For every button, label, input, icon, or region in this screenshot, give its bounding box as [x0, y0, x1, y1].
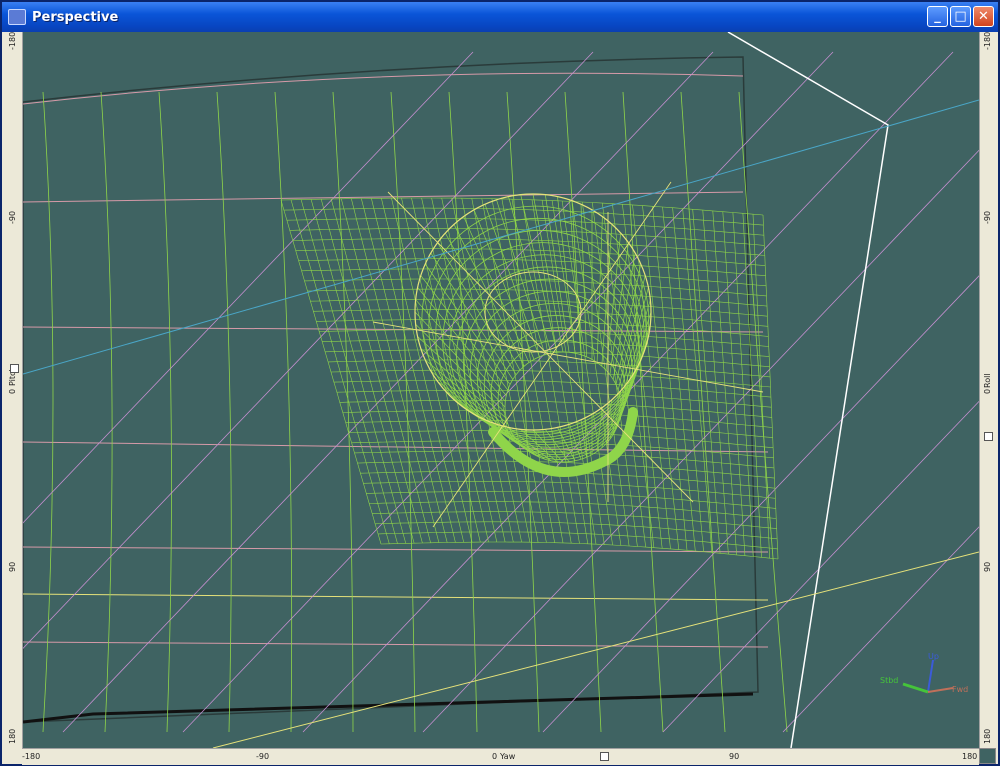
roll-axis-label: Roll — [983, 373, 992, 388]
yaw-ruler[interactable]: -180 -90 0 Yaw 90 180 — [22, 748, 979, 765]
diagonal-line — [62, 51, 714, 733]
roll-tick: 90 — [983, 561, 992, 572]
roll-slider-handle[interactable] — [984, 432, 993, 441]
yaw-tick: -90 — [256, 752, 270, 761]
up-axis-line — [927, 659, 934, 693]
frame-line — [274, 91, 293, 733]
mesh-column — [280, 199, 382, 545]
wireframe-scene[interactable]: Up Stbd Fwd — [23, 32, 979, 748]
mesh-column — [341, 198, 431, 543]
waterline — [23, 441, 769, 453]
crosshair-line — [387, 191, 694, 503]
window-title: Perspective — [32, 9, 119, 25]
yellow-diagonal-line — [212, 551, 979, 748]
cylinder-line — [601, 224, 613, 367]
yaw-tick: 90 — [729, 752, 740, 761]
diagonal-line — [23, 51, 474, 524]
pitch-tick: 0 — [8, 388, 17, 394]
close-button[interactable]: ✕ — [973, 6, 994, 27]
roll-ruler[interactable]: -180 -90 0 90 180 Roll — [979, 32, 996, 748]
mesh-column — [300, 199, 398, 544]
diagonal-line — [782, 526, 979, 733]
frame-line — [216, 91, 232, 733]
cylinder-line — [596, 216, 603, 363]
pitch-tick: -90 — [8, 210, 17, 224]
yaw-tick: 180 — [962, 752, 978, 761]
corner-box — [979, 748, 996, 764]
pitch-tick: 90 — [8, 561, 17, 572]
stbd-label: Stbd — [880, 676, 898, 685]
perspective-window: Perspective _ □ ✕ -180 -90 0 90 180 Pitc… — [0, 0, 1000, 766]
up-label: Up — [928, 652, 939, 661]
waterline — [23, 191, 744, 203]
mesh-column — [330, 198, 423, 544]
pitch-ruler[interactable]: -180 -90 0 90 180 Pitch — [6, 32, 23, 748]
roll-tick: 0 — [983, 388, 992, 394]
cylinder-line — [437, 242, 517, 375]
stbd-axis-line — [902, 682, 929, 694]
app-icon[interactable] — [8, 9, 26, 25]
roll-tick: -180 — [983, 31, 992, 50]
frame-line — [158, 91, 172, 733]
yaw-tick: -180 — [22, 752, 41, 761]
fwd-axis-line — [927, 687, 954, 693]
viewport-frame: -180 -90 0 90 180 Pitch Up Stbd Fwd -180… — [6, 32, 998, 765]
title-bar[interactable]: Perspective _ □ ✕ — [2, 2, 998, 32]
axis-gizmo: Up Stbd Fwd — [880, 652, 968, 694]
pitch-tick: -180 — [8, 31, 17, 50]
frame-line — [42, 91, 54, 733]
pitch-tick: 180 — [8, 728, 17, 744]
maximize-button[interactable]: □ — [950, 6, 971, 27]
roll-tick: -90 — [983, 210, 992, 224]
diagonal-line — [422, 149, 979, 733]
diagonal-line — [662, 400, 979, 733]
fwd-label: Fwd — [952, 685, 968, 694]
frame-line — [100, 91, 113, 733]
yaw-slider-handle[interactable] — [600, 752, 609, 761]
pitch-slider-handle[interactable] — [10, 364, 19, 373]
hull-grid — [23, 51, 979, 733]
3d-viewport[interactable]: Up Stbd Fwd — [23, 32, 979, 748]
mesh-column — [310, 199, 407, 544]
yaw-axis-label: Yaw — [500, 752, 516, 761]
minimize-button[interactable]: _ — [927, 6, 948, 27]
yaw-tick: 0 — [492, 752, 498, 761]
diagonal-line — [182, 51, 834, 733]
mesh-column — [351, 198, 440, 543]
waterline — [23, 641, 769, 648]
waterline — [23, 326, 764, 333]
roll-tick: 180 — [983, 728, 992, 744]
waterline — [23, 72, 744, 105]
yellow-waterline — [23, 593, 769, 601]
